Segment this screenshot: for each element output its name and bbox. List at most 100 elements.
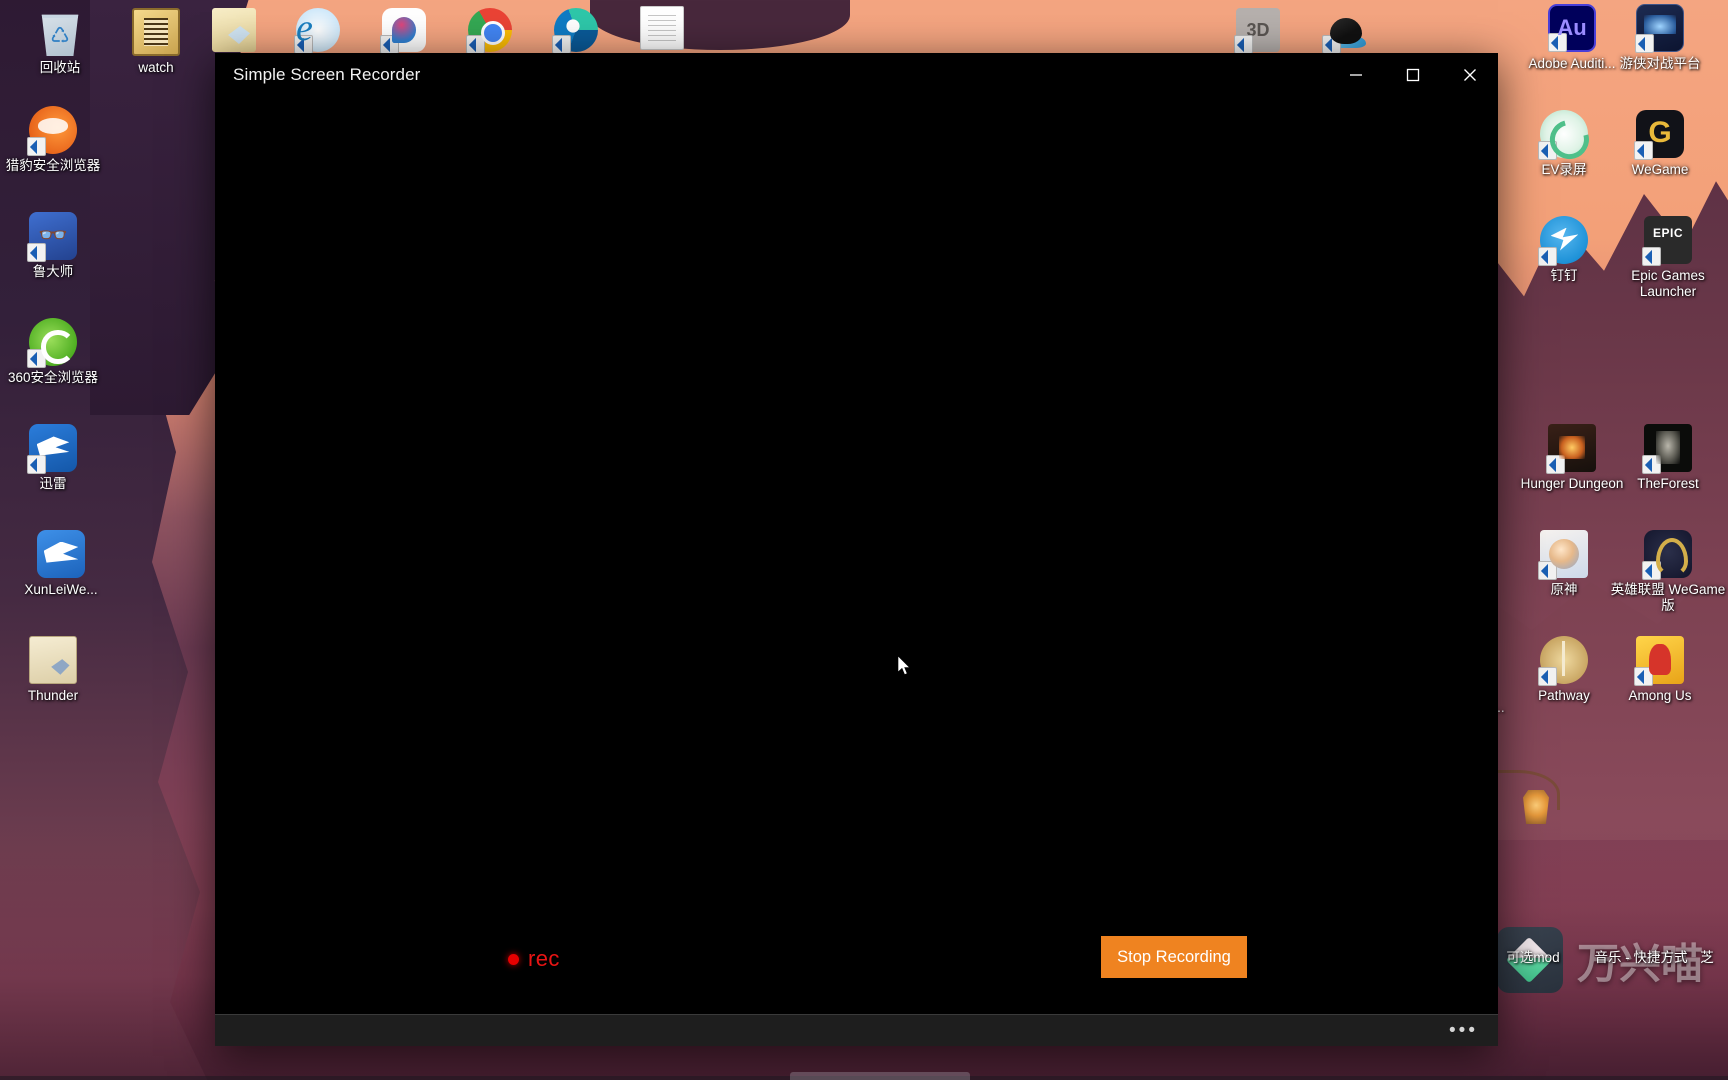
desktop-icon-label: 360安全浏览器 [7, 370, 99, 385]
paint-3d-icon[interactable]: 3D [1234, 8, 1280, 54]
window-statusbar: ••• [215, 1014, 1498, 1046]
shortcut-arrow-icon [466, 35, 485, 54]
desktop-icon-label: WeGame [1631, 162, 1689, 177]
desktop-icon-label: d [1710, 268, 1728, 284]
desktop-icon-right-4[interactable]: G [1704, 110, 1728, 178]
desktop-icon-label: N L [1712, 582, 1728, 598]
shortcut-arrow-icon [27, 137, 46, 156]
desktop-icon-image [37, 530, 85, 578]
desktop-icon-label: watch [138, 60, 174, 75]
desktop-icon-image [1546, 424, 1596, 474]
desktop-icon-image [1642, 216, 1692, 266]
desktop-icon-zhi[interactable]: 芝 [1686, 950, 1728, 966]
shortcut-arrow-icon [1234, 35, 1253, 54]
desktop-icon-right-9[interactable]: TheForest [1608, 424, 1728, 492]
window-title: Simple Screen Recorder [233, 65, 421, 84]
shortcut-arrow-icon [1538, 561, 1557, 580]
desktop-icon-label: 音乐 - 快捷方式 [1594, 950, 1688, 965]
desktop-icon-label: EV录屏 [1541, 162, 1587, 177]
desktop-icon-label: G [1704, 162, 1728, 178]
desktop-icon-left-7[interactable]: Thunder [1, 636, 105, 704]
shortcut-arrow-icon [27, 455, 46, 474]
desktop-icon-image [1642, 424, 1692, 474]
desktop-icon-image [1635, 4, 1684, 53]
desktop-icon-right-5[interactable]: 钉钉 [1512, 216, 1616, 284]
desktop-icon-image [27, 318, 77, 368]
recording-controls: rec Stop Recording [215, 936, 1498, 992]
recording-status-indicator: rec [508, 946, 560, 972]
desktop-icon-image [132, 8, 180, 56]
desktop-icon-right-1[interactable]: 游侠对战平台 [1608, 4, 1712, 72]
desktop: 回收站 watch 猎豹安全浏览器鲁大师 360安全浏览器迅雷 XunLeiWe... T… [0, 0, 1728, 1080]
mouse-cursor-icon [897, 655, 912, 677]
desktop-icon-music-shortcut[interactable]: 音乐 - 快捷方式 [1582, 950, 1700, 966]
desktop-icon-right-13[interactable]: Pathway [1512, 636, 1616, 704]
desktop-icon-left-0[interactable]: 回收站 [8, 8, 112, 76]
recording-dot-icon [508, 953, 519, 965]
desktop-icon-image [1634, 110, 1684, 160]
desktop-icon-label: Pathway [1538, 688, 1590, 703]
desktop-icon-right-2[interactable]: EV录屏 [1512, 110, 1616, 178]
recording-status-label: rec [528, 946, 560, 971]
desktop-icon-right-15[interactable]: Po [1710, 636, 1728, 704]
file-explorer-icon[interactable] [212, 8, 256, 52]
desktop-icon-right-10[interactable]: 原神 [1512, 530, 1616, 598]
desktop-icon-label: 回收站 [39, 60, 81, 75]
shortcut-arrow-icon [380, 35, 399, 54]
desktop-icon-image [27, 424, 77, 474]
close-button[interactable] [1441, 53, 1498, 97]
desktop-icon-left-4[interactable]: 360安全浏览器 [1, 318, 105, 386]
shortcut-arrow-icon [1635, 34, 1654, 53]
taskbar-active-strip[interactable] [790, 1072, 970, 1080]
desktop-icon-right-12[interactable]: N L [1712, 530, 1728, 598]
desktop-icon-right-11[interactable]: 英雄联盟 WeGame版 [1608, 530, 1728, 614]
wallpaper-lamp-icon [1523, 790, 1549, 824]
desktop-icon-label: TheForest [1637, 476, 1699, 491]
text-document-icon[interactable] [640, 6, 684, 50]
desktop-icon-left-3[interactable]: 鲁大师 [1, 212, 105, 280]
desktop-icon-label: XunLeiWe... [24, 582, 98, 597]
shortcut-arrow-icon [1548, 33, 1567, 52]
desktop-icon-image [1548, 4, 1596, 52]
shortcut-arrow-icon [552, 35, 571, 54]
desktop-icon-label: 游侠对战平台 [1619, 56, 1701, 71]
shortcut-arrow-icon [1538, 247, 1557, 266]
shortcut-arrow-icon [1538, 667, 1557, 686]
minimize-button[interactable] [1327, 53, 1384, 97]
desktop-icon-image [41, 14, 79, 56]
desktop-icon-right-14[interactable]: Among Us [1608, 636, 1712, 704]
shortcut-arrow-icon [27, 349, 46, 368]
shortcut-arrow-icon [1546, 455, 1565, 474]
desktop-icon-left-1[interactable]: watch [104, 8, 208, 76]
microsoft-store-icon[interactable] [380, 8, 426, 54]
shortcut-arrow-icon [27, 243, 46, 262]
desktop-icon-label: 英雄联盟 WeGame版 [1610, 582, 1726, 613]
shortcut-arrow-icon [1642, 247, 1661, 266]
desktop-icon-left-2[interactable]: 猎豹安全浏览器 [1, 106, 105, 174]
desktop-icon-image [1634, 636, 1684, 686]
shortcut-arrow-icon [1634, 141, 1653, 160]
desktop-icon-right-3[interactable]: WeGame [1608, 110, 1712, 178]
desktop-icon-image [1538, 636, 1588, 686]
stop-recording-button[interactable]: Stop Recording [1101, 936, 1247, 978]
desktop-icon-left-6[interactable]: XunLeiWe... [1, 530, 121, 598]
desktop-icon-label: 猎豹安全浏览器 [5, 158, 101, 173]
shortcut-arrow-icon [294, 35, 313, 54]
microsoft-edge-icon[interactable] [552, 8, 598, 54]
qq-icon[interactable] [1322, 8, 1368, 54]
maximize-button[interactable] [1384, 53, 1441, 97]
recording-preview-canvas[interactable]: rec Stop Recording [215, 97, 1498, 1014]
more-options-button[interactable]: ••• [1449, 1021, 1478, 1040]
desktop-icon-label: Thunder [27, 688, 79, 703]
desktop-icon-image [29, 636, 77, 684]
internet-explorer-icon[interactable] [294, 6, 340, 54]
desktop-icon-left-5[interactable]: 迅雷 [1, 424, 105, 492]
google-chrome-icon[interactable] [466, 8, 512, 54]
shortcut-arrow-icon [1642, 455, 1661, 474]
desktop-icon-image [1642, 530, 1692, 580]
taskbar[interactable] [0, 1072, 1728, 1080]
window-titlebar[interactable]: Simple Screen Recorder [215, 53, 1498, 97]
desktop-icon-right-7[interactable]: d [1710, 216, 1728, 284]
desktop-icon-label: 鲁大师 [32, 264, 74, 279]
shortcut-arrow-icon [1642, 561, 1661, 580]
